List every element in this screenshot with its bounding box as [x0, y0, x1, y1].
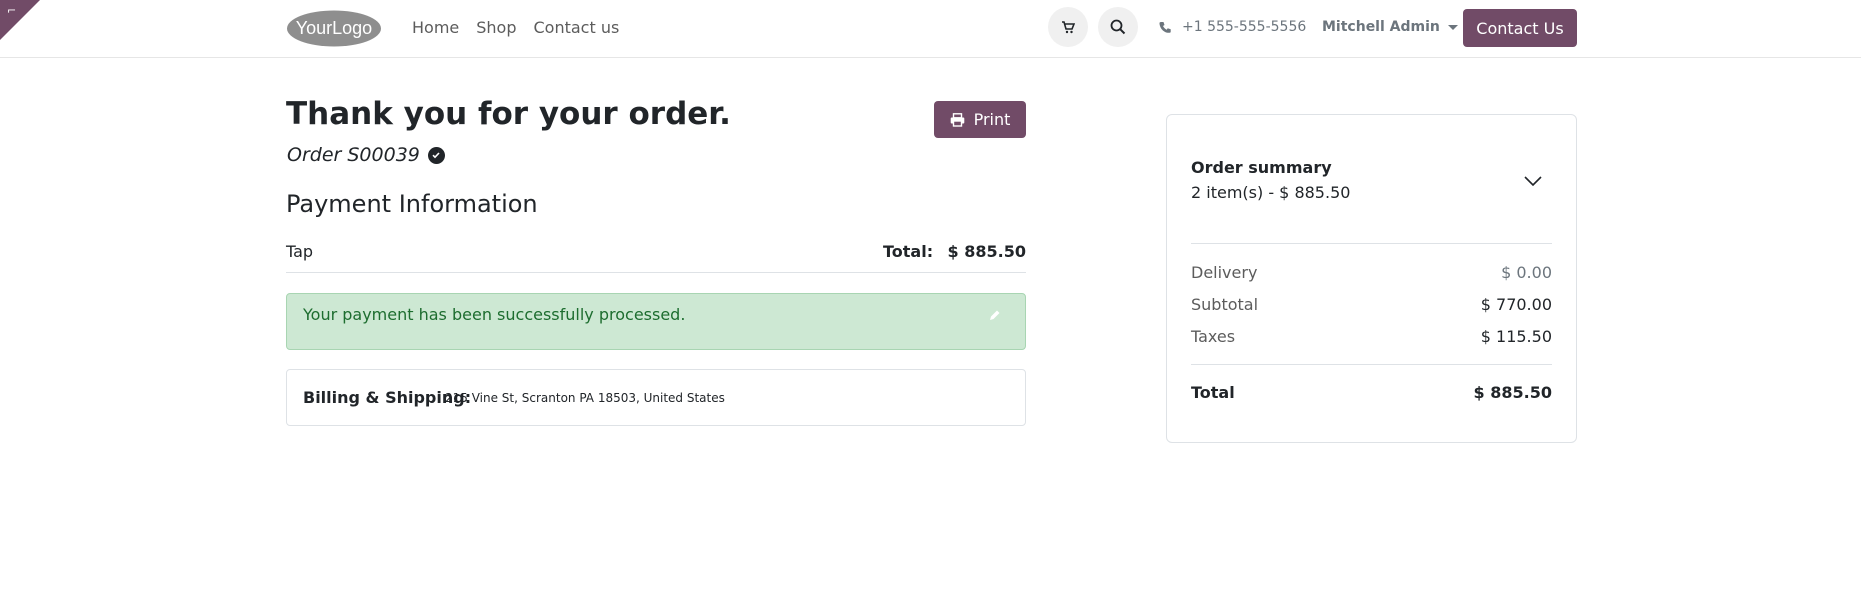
site-header: YourLogo Home Shop Contact us +1 555-555…	[0, 0, 1861, 58]
billing-address: 215 Vine St, Scranton PA 18503, United S…	[445, 391, 725, 405]
summary-total-value: $ 885.50	[1473, 383, 1552, 402]
contact-us-button[interactable]: Contact Us	[1463, 9, 1577, 47]
payment-row: Tap Total: $ 885.50	[286, 242, 1026, 273]
total-value: $ 885.50	[947, 242, 1026, 261]
nav-shop[interactable]: Shop	[476, 18, 516, 37]
total-label: Total:	[883, 242, 934, 261]
logo-icon: YourLogo	[287, 10, 381, 47]
order-summary-card: Order summary 2 item(s) - $ 885.50 Deliv…	[1166, 114, 1577, 443]
logo-text: YourLogo	[296, 18, 372, 38]
alert-message: Your payment has been successfully proce…	[303, 305, 686, 324]
order-summary-header[interactable]: Order summary 2 item(s) - $ 885.50	[1191, 158, 1350, 202]
summary-total-label: Total	[1191, 383, 1235, 402]
taxes-value: $ 115.50	[1480, 327, 1552, 346]
cart-icon	[1062, 21, 1075, 34]
print-icon	[950, 112, 964, 127]
chevron-down-icon[interactable]	[1524, 171, 1542, 190]
check-circle-icon	[427, 146, 445, 164]
summary-divider-total	[1191, 364, 1552, 365]
search-icon	[1110, 19, 1126, 35]
taxes-label: Taxes	[1191, 327, 1236, 346]
phone-icon	[1159, 21, 1171, 33]
subtotal-label: Subtotal	[1191, 295, 1259, 314]
billing-shipping-box: Billing & Shipping: 215 Vine St, Scranto…	[286, 369, 1026, 426]
cart-button[interactable]	[1048, 7, 1088, 47]
nav-home[interactable]: Home	[412, 18, 459, 37]
order-reference: Order S00039	[287, 144, 445, 166]
user-name: Mitchell Admin	[1322, 19, 1440, 35]
main-nav: Home Shop Contact us	[412, 18, 636, 37]
phone-link[interactable]: +1 555-555-5556	[1159, 19, 1306, 35]
pencil-icon[interactable]	[989, 306, 1001, 325]
search-button[interactable]	[1098, 7, 1138, 47]
payment-method: Tap	[286, 242, 314, 261]
order-number: Order S00039	[287, 144, 420, 166]
print-button[interactable]: Print	[934, 101, 1026, 138]
order-summary-count: 2 item(s) - $ 885.50	[1191, 183, 1351, 202]
payment-success-alert: Your payment has been successfully proce…	[286, 293, 1026, 350]
payment-heading: Payment Information	[286, 190, 538, 218]
summary-divider	[1191, 243, 1552, 244]
delivery-value: $ 0.00	[1501, 263, 1552, 282]
nav-contact-us[interactable]: Contact us	[534, 18, 620, 37]
page-title: Thank you for your order.	[286, 96, 731, 132]
order-summary-title: Order summary	[1191, 158, 1332, 177]
print-label: Print	[973, 110, 1011, 129]
user-menu[interactable]: Mitchell Admin	[1322, 19, 1458, 35]
site-logo[interactable]: YourLogo	[286, 9, 382, 48]
subtotal-value: $ 770.00	[1480, 295, 1552, 314]
phone-number: +1 555-555-5556	[1182, 19, 1307, 35]
caret-down-icon	[1447, 24, 1458, 30]
delivery-label: Delivery	[1191, 263, 1258, 282]
